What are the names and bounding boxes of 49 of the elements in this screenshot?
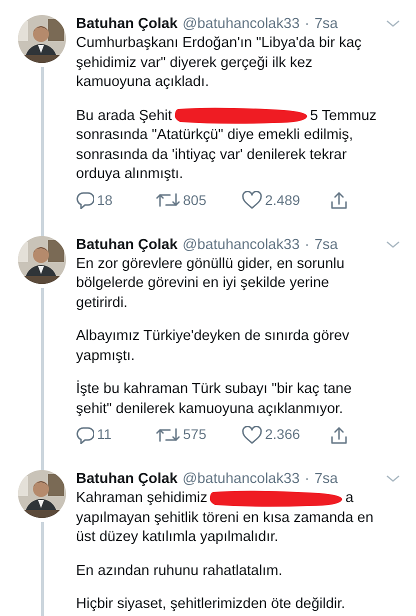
tweet-text: Hiçbir siyaset, şehitlerimizden öte değildir.	[76, 595, 346, 614]
share-icon[interactable]	[330, 426, 348, 444]
author-name[interactable]: Batuhan Çolak	[76, 234, 178, 254]
tweet-text: a	[345, 489, 354, 508]
heart-icon[interactable]	[242, 191, 262, 209]
tweet-text: sonrasında da 'ihtiyaç var' denilerek tekrar	[76, 146, 347, 164]
tweet-time[interactable]: 7sa	[314, 469, 338, 489]
tweet-text: şehidimiz var" diyerek gerçeği ilk kez	[76, 54, 312, 72]
separator: ·	[304, 470, 310, 489]
tweet-text: getirirdi.	[76, 294, 128, 312]
tweet-text: üst düzey katılımla yapılmalıdır.	[76, 528, 278, 547]
tweet-text: Kahraman şehidimiz	[76, 489, 208, 508]
reply-button[interactable]: 18	[76, 190, 156, 210]
tweet-text: kamuoyuna açıkladı.	[76, 73, 209, 92]
separator: ·	[304, 236, 310, 254]
tweet-text: yapmıştı.	[76, 346, 135, 366]
tweet-text: şehit" denilerek kamuoyuna açıklanmıyor.	[76, 400, 344, 418]
share-icon[interactable]	[330, 191, 348, 209]
reply-icon[interactable]	[76, 426, 94, 444]
tweet-text: orduya alınmıştı.	[76, 165, 184, 184]
redaction-mark[interactable]	[209, 490, 344, 508]
retweet-button[interactable]: 575	[156, 424, 242, 445]
author-name[interactable]: Batuhan Çolak	[76, 14, 178, 34]
retweet-icon[interactable]	[156, 191, 180, 209]
author-name[interactable]: Batuhan Çolak	[76, 469, 178, 489]
like-button[interactable]: 2.366	[242, 424, 330, 445]
tweet-text: yapılmayan şehitlik töreni en kısa zamanda en	[76, 508, 374, 528]
tweet-text: 5 Temmuz	[310, 106, 377, 126]
tweet-text: İşte bu kahraman Türk subayı "bir kaç tane	[76, 380, 352, 399]
author-handle[interactable]: @batuhancolak33	[182, 469, 300, 489]
author-handle[interactable]: @batuhancolak33	[182, 14, 300, 34]
tweet-text: Bu arada Şehit	[76, 106, 172, 126]
tweet-text: sonrasında "Atatürkçü" diye emekli edilmiş,	[76, 126, 354, 145]
tweet-text: bölgelerde görevini en iyi şekilde yerine	[76, 274, 330, 293]
retweet-icon[interactable]	[156, 426, 180, 444]
retweet-button[interactable]: 805	[156, 190, 242, 210]
separator: ·	[304, 15, 310, 34]
author-handle[interactable]: @batuhancolak33	[182, 234, 300, 254]
heart-icon[interactable]	[242, 426, 262, 444]
tweet-text: Albayımız Türkiye'deyken de sınırda görev	[76, 327, 350, 346]
tweet-time[interactable]: 7sa	[314, 234, 338, 254]
redaction-mark[interactable]	[174, 107, 308, 126]
tweet-text: Cumhurbaşkanı Erdoğan'ın "Libya'da bir kaç	[76, 34, 362, 53]
like-button[interactable]: 2.489	[242, 190, 330, 210]
tweet-text: En azından ruhunu rahatlatalım.	[76, 562, 282, 580]
reply-button[interactable]: 11	[76, 424, 156, 445]
reply-icon[interactable]	[76, 191, 94, 209]
tweet-text: En zor görevlere gönüllü gider, en sorunlu	[76, 254, 344, 274]
tweet-time[interactable]: 7sa	[314, 14, 338, 34]
